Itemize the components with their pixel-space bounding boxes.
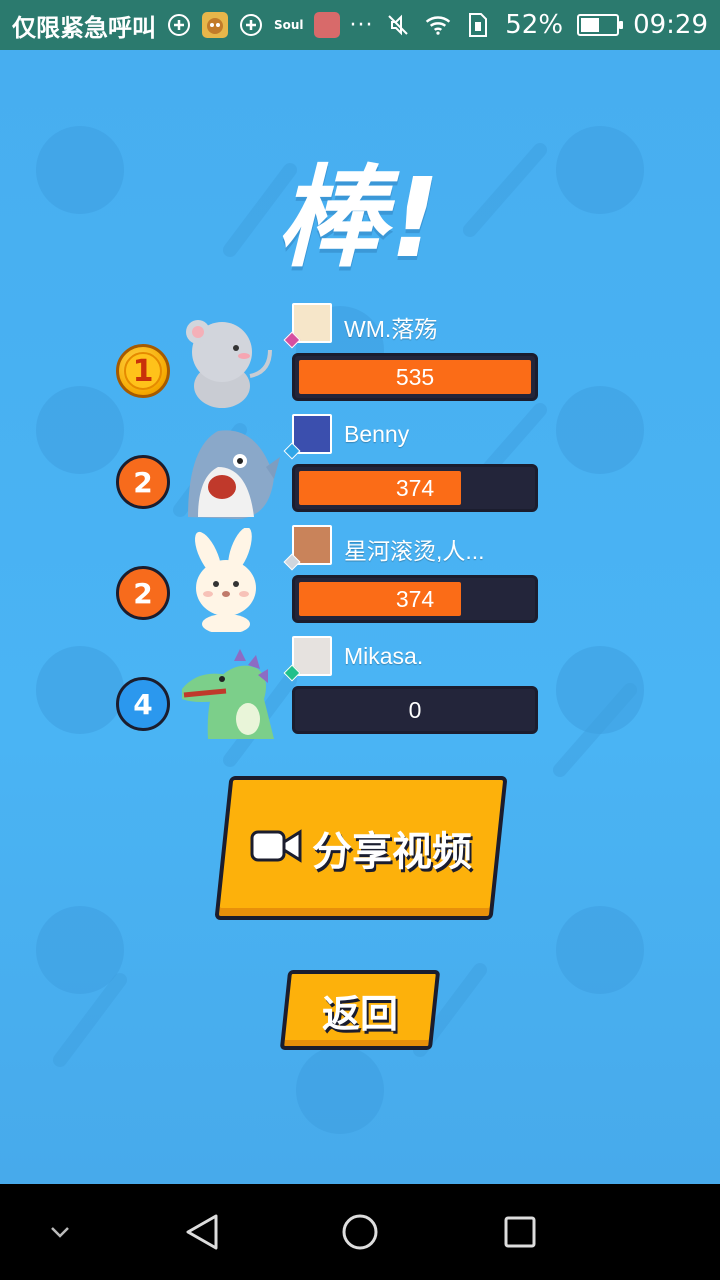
shark-character-icon [178,417,282,521]
status-bar: 仅限紧急呼叫 Soul ··· 52% 09:29 [0,0,720,50]
back-triangle-icon[interactable] [170,1184,234,1280]
navigation-bar [0,1184,720,1280]
score-value: 0 [408,696,422,723]
more-notifications-icon: ··· [349,12,374,38]
leaderboard-row: 2 Benny 374 [0,411,720,522]
score-bar: 0 [292,686,538,734]
leaderboard-row: 4 Mikasa. 0 [0,633,720,744]
score-value: 374 [395,474,435,501]
wifi-icon [425,12,451,38]
player-name: Benny [344,421,410,447]
battery-icon [577,14,624,36]
rank-badge: 2 [116,455,170,509]
score-value: 374 [395,585,435,612]
app-notification-icon [202,12,228,38]
bunny-character-icon [178,527,282,634]
app-notification-icon [313,12,340,38]
recents-square-icon[interactable] [488,1184,552,1280]
back-button[interactable]: 返回 [279,970,441,1050]
dinosaur-character-icon [178,639,282,743]
back-label: 返回 [321,991,398,1036]
leaderboard-row: 2 星河滚烫,人... 374 [0,522,720,634]
carrier-text: 仅限紧急呼叫 [12,13,156,42]
clock: 09:29 [633,10,708,40]
video-camera-icon [250,828,302,868]
score-value: 535 [395,363,435,390]
sim-icon [465,12,491,38]
soul-app-icon: Soul [274,18,304,32]
result-title: 棒! [275,154,445,282]
mouse-character-icon [178,306,282,410]
game-screen: 棒! 1 WM.落殇 535 2 Benny 374 2 星河滚烫,人... 374 4 Mikas… [0,50,720,1184]
rank-badge: 4 [116,677,170,731]
plus-circle-icon [238,12,264,38]
score-bar: 374 [292,575,538,623]
share-video-label: 分享视频 [312,829,472,875]
player-name: WM.落殇 [344,316,438,342]
share-video-button[interactable]: 分享视频 [214,776,508,920]
player-name: 星河滚烫,人... [344,538,485,564]
score-bar: 535 [292,353,538,401]
rank-badge: 2 [116,566,170,620]
plus-circle-icon [166,12,192,38]
rank-number: 1 [124,352,162,390]
leaderboard-row: 1 WM.落殇 535 [0,300,720,411]
mute-icon [385,12,411,38]
collapse-chevron-icon[interactable] [30,1184,90,1280]
battery-percent: 52% [505,10,564,40]
home-circle-icon[interactable] [328,1184,392,1280]
score-bar: 374 [292,464,538,512]
player-name: Mikasa. [344,643,424,669]
rank-badge: 1 [116,344,170,398]
